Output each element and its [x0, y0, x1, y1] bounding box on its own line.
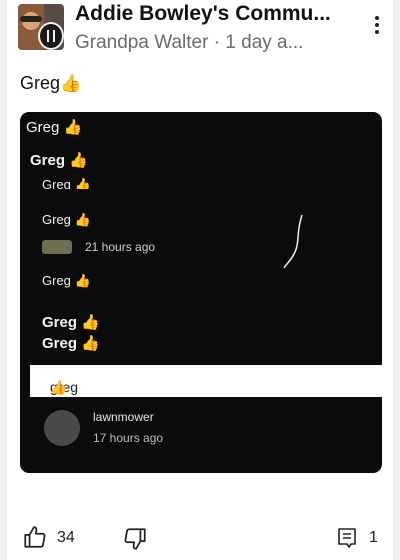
post-card: Addie Bowley's Commu... Grandpa Walter ·… — [5, 0, 395, 560]
more-options-icon[interactable] — [370, 14, 384, 40]
comment-icon[interactable] — [335, 526, 359, 550]
image-timestamp-2: 17 hours ago — [93, 431, 164, 445]
like-icon[interactable] — [22, 524, 48, 550]
avatar-glasses — [20, 16, 42, 22]
image-line: Greg 👍 — [42, 314, 100, 331]
community-name[interactable]: Addie Bowley's Commu... — [75, 2, 331, 26]
comment-count: 1 — [369, 529, 378, 546]
image-line: Greg 👍 — [30, 152, 88, 169]
commenter-avatar — [42, 240, 72, 254]
post-image[interactable]: Greg 👍 Greg 👍 Greg 👍 Greg 👍 21 hours ago… — [20, 112, 382, 473]
commenter-name: lawnmower — [93, 410, 154, 424]
avatar-inset-figure — [47, 30, 55, 42]
squiggle-mark — [283, 214, 303, 269]
like-count: 34 — [57, 529, 75, 546]
post-meta[interactable]: Grandpa Walter · 1 day a... — [75, 32, 303, 54]
commenter-avatar-2 — [44, 410, 80, 446]
post-text: Greg👍 — [20, 73, 81, 94]
highlighted-reply: greg 👍 — [30, 365, 382, 397]
post-text-label: Greg — [20, 73, 61, 93]
image-line: Greg 👍 — [42, 335, 100, 352]
image-line: Greg 👍 — [42, 273, 91, 288]
image-line-cut: Greg 👍 — [42, 177, 91, 189]
image-line: Greg 👍 — [26, 119, 83, 136]
thumbs-up-emoji: 👍 — [60, 74, 82, 93]
action-bar: 34 1 — [6, 520, 396, 554]
dislike-icon[interactable] — [122, 526, 148, 552]
image-line: Greg 👍 — [42, 212, 91, 227]
community-avatar[interactable] — [18, 4, 64, 50]
image-timestamp: 21 hours ago — [85, 240, 156, 254]
